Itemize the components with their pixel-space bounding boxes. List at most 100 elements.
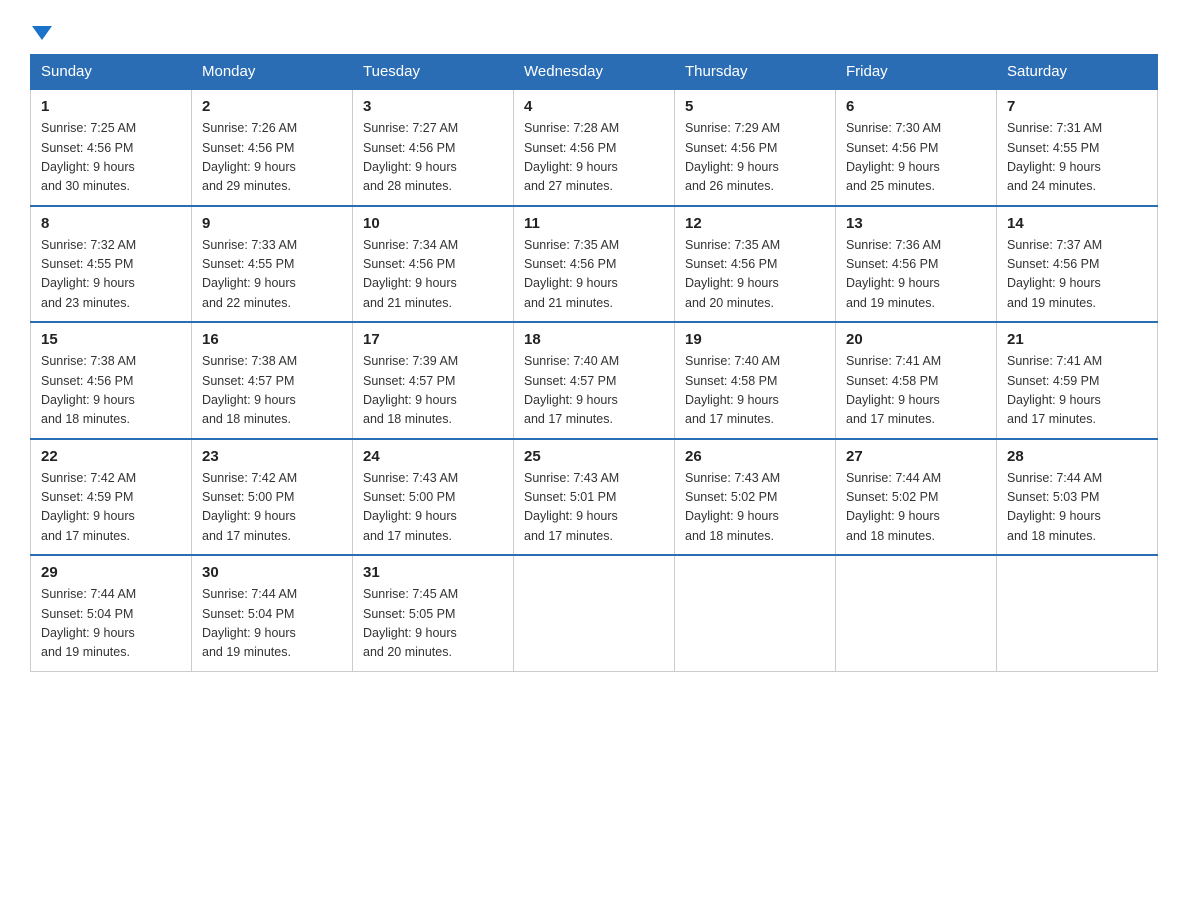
day-number: 13 — [846, 215, 986, 232]
calendar-cell — [675, 555, 836, 671]
day-number: 28 — [1007, 448, 1147, 465]
day-info: Sunrise: 7:34 AMSunset: 4:56 PMDaylight:… — [363, 236, 503, 314]
calendar-cell: 19Sunrise: 7:40 AMSunset: 4:58 PMDayligh… — [675, 322, 836, 439]
day-info: Sunrise: 7:37 AMSunset: 4:56 PMDaylight:… — [1007, 236, 1147, 314]
logo-top-line — [30, 20, 52, 44]
day-number: 3 — [363, 98, 503, 115]
calendar-cell: 29 Sunrise: 7:44 AMSunset: 5:04 PMDayligh… — [31, 555, 192, 671]
day-info: Sunrise: 7:30 AMSunset: 4:56 PMDaylight:… — [846, 119, 986, 197]
day-info: Sunrise: 7:41 AMSunset: 4:59 PMDaylight:… — [1007, 352, 1147, 430]
calendar-cell: 31 Sunrise: 7:45 AMSunset: 5:05 PMDayligh… — [353, 555, 514, 671]
day-info: Sunrise: 7:33 AMSunset: 4:55 PMDaylight:… — [202, 236, 342, 314]
day-number: 5 — [685, 98, 825, 115]
day-number: 25 — [524, 448, 664, 465]
calendar-cell: 9 Sunrise: 7:33 AMSunset: 4:55 PMDaylight… — [192, 206, 353, 323]
weekday-header-monday: Monday — [192, 55, 353, 90]
calendar-cell: 11Sunrise: 7:35 AMSunset: 4:56 PMDayligh… — [514, 206, 675, 323]
day-info: Sunrise: 7:42 AMSunset: 5:00 PMDaylight:… — [202, 469, 342, 547]
day-number: 30 — [202, 564, 342, 581]
calendar-cell: 1Sunrise: 7:25 AMSunset: 4:56 PMDaylight… — [31, 89, 192, 206]
calendar-cell: 13Sunrise: 7:36 AMSunset: 4:56 PMDayligh… — [836, 206, 997, 323]
day-info: Sunrise: 7:32 AMSunset: 4:55 PMDaylight:… — [41, 236, 181, 314]
day-number: 29 — [41, 564, 181, 581]
calendar-cell: 7 Sunrise: 7:31 AMSunset: 4:55 PMDaylight… — [997, 89, 1158, 206]
day-number: 15 — [41, 331, 181, 348]
calendar-cell: 14 Sunrise: 7:37 AMSunset: 4:56 PMDayligh… — [997, 206, 1158, 323]
day-info: Sunrise: 7:43 AMSunset: 5:00 PMDaylight:… — [363, 469, 503, 547]
calendar-cell: 16Sunrise: 7:38 AMSunset: 4:57 PMDayligh… — [192, 322, 353, 439]
calendar-cell: 17 Sunrise: 7:39 AMSunset: 4:57 PMDayligh… — [353, 322, 514, 439]
calendar-cell — [514, 555, 675, 671]
calendar-cell: 6Sunrise: 7:30 AMSunset: 4:56 PMDaylight… — [836, 89, 997, 206]
day-info: Sunrise: 7:39 AMSunset: 4:57 PMDaylight:… — [363, 352, 503, 430]
day-number: 12 — [685, 215, 825, 232]
weekday-header-tuesday: Tuesday — [353, 55, 514, 90]
weekday-header-saturday: Saturday — [997, 55, 1158, 90]
day-info: Sunrise: 7:26 AMSunset: 4:56 PMDaylight:… — [202, 119, 342, 197]
day-number: 9 — [202, 215, 342, 232]
weekday-header-row: SundayMondayTuesdayWednesdayThursdayFrid… — [31, 55, 1158, 90]
day-info: Sunrise: 7:27 AMSunset: 4:56 PMDaylight:… — [363, 119, 503, 197]
day-number: 21 — [1007, 331, 1147, 348]
day-info: Sunrise: 7:25 AMSunset: 4:56 PMDaylight:… — [41, 119, 181, 197]
day-info: Sunrise: 7:42 AMSunset: 4:59 PMDaylight:… — [41, 469, 181, 547]
calendar-cell: 2 Sunrise: 7:26 AMSunset: 4:56 PMDaylight… — [192, 89, 353, 206]
day-number: 22 — [41, 448, 181, 465]
day-number: 31 — [363, 564, 503, 581]
day-number: 17 — [363, 331, 503, 348]
calendar-cell: 4 Sunrise: 7:28 AMSunset: 4:56 PMDaylight… — [514, 89, 675, 206]
day-number: 7 — [1007, 98, 1147, 115]
calendar-cell: 22 Sunrise: 7:42 AMSunset: 4:59 PMDayligh… — [31, 439, 192, 556]
weekday-header-friday: Friday — [836, 55, 997, 90]
day-info: Sunrise: 7:29 AMSunset: 4:56 PMDaylight:… — [685, 119, 825, 197]
day-number: 24 — [363, 448, 503, 465]
logo — [30, 20, 52, 44]
day-info: Sunrise: 7:44 AMSunset: 5:04 PMDaylight:… — [41, 585, 181, 663]
week-row-4: 22 Sunrise: 7:42 AMSunset: 4:59 PMDayligh… — [31, 439, 1158, 556]
calendar-cell: 24 Sunrise: 7:43 AMSunset: 5:00 PMDayligh… — [353, 439, 514, 556]
calendar-cell: 23 Sunrise: 7:42 AMSunset: 5:00 PMDayligh… — [192, 439, 353, 556]
calendar-cell — [997, 555, 1158, 671]
weekday-header-wednesday: Wednesday — [514, 55, 675, 90]
week-row-2: 8 Sunrise: 7:32 AMSunset: 4:55 PMDaylight… — [31, 206, 1158, 323]
day-info: Sunrise: 7:31 AMSunset: 4:55 PMDaylight:… — [1007, 119, 1147, 197]
day-info: Sunrise: 7:44 AMSunset: 5:04 PMDaylight:… — [202, 585, 342, 663]
calendar-table: SundayMondayTuesdayWednesdayThursdayFrid… — [30, 54, 1158, 672]
calendar-cell: 20Sunrise: 7:41 AMSunset: 4:58 PMDayligh… — [836, 322, 997, 439]
weekday-header-thursday: Thursday — [675, 55, 836, 90]
day-number: 26 — [685, 448, 825, 465]
logo-triangle-icon — [32, 26, 52, 40]
day-number: 4 — [524, 98, 664, 115]
day-info: Sunrise: 7:35 AMSunset: 4:56 PMDaylight:… — [524, 236, 664, 314]
calendar-cell: 18 Sunrise: 7:40 AMSunset: 4:57 PMDayligh… — [514, 322, 675, 439]
calendar-cell: 21 Sunrise: 7:41 AMSunset: 4:59 PMDayligh… — [997, 322, 1158, 439]
calendar-cell: 28 Sunrise: 7:44 AMSunset: 5:03 PMDayligh… — [997, 439, 1158, 556]
day-info: Sunrise: 7:45 AMSunset: 5:05 PMDaylight:… — [363, 585, 503, 663]
day-info: Sunrise: 7:28 AMSunset: 4:56 PMDaylight:… — [524, 119, 664, 197]
day-info: Sunrise: 7:40 AMSunset: 4:57 PMDaylight:… — [524, 352, 664, 430]
day-info: Sunrise: 7:44 AMSunset: 5:03 PMDaylight:… — [1007, 469, 1147, 547]
calendar-cell: 15 Sunrise: 7:38 AMSunset: 4:56 PMDayligh… — [31, 322, 192, 439]
calendar-cell: 27Sunrise: 7:44 AMSunset: 5:02 PMDayligh… — [836, 439, 997, 556]
day-info: Sunrise: 7:43 AMSunset: 5:02 PMDaylight:… — [685, 469, 825, 547]
week-row-3: 15 Sunrise: 7:38 AMSunset: 4:56 PMDayligh… — [31, 322, 1158, 439]
calendar-cell — [836, 555, 997, 671]
day-info: Sunrise: 7:43 AMSunset: 5:01 PMDaylight:… — [524, 469, 664, 547]
page-header — [30, 20, 1158, 44]
day-number: 18 — [524, 331, 664, 348]
calendar-cell: 12 Sunrise: 7:35 AMSunset: 4:56 PMDayligh… — [675, 206, 836, 323]
calendar-cell: 25 Sunrise: 7:43 AMSunset: 5:01 PMDayligh… — [514, 439, 675, 556]
day-info: Sunrise: 7:38 AMSunset: 4:57 PMDaylight:… — [202, 352, 342, 430]
day-number: 14 — [1007, 215, 1147, 232]
day-info: Sunrise: 7:40 AMSunset: 4:58 PMDaylight:… — [685, 352, 825, 430]
day-number: 8 — [41, 215, 181, 232]
day-number: 10 — [363, 215, 503, 232]
day-info: Sunrise: 7:38 AMSunset: 4:56 PMDaylight:… — [41, 352, 181, 430]
day-info: Sunrise: 7:35 AMSunset: 4:56 PMDaylight:… — [685, 236, 825, 314]
calendar-cell: 3 Sunrise: 7:27 AMSunset: 4:56 PMDaylight… — [353, 89, 514, 206]
day-number: 2 — [202, 98, 342, 115]
day-number: 23 — [202, 448, 342, 465]
calendar-cell: 30 Sunrise: 7:44 AMSunset: 5:04 PMDayligh… — [192, 555, 353, 671]
day-number: 20 — [846, 331, 986, 348]
calendar-cell: 26 Sunrise: 7:43 AMSunset: 5:02 PMDayligh… — [675, 439, 836, 556]
